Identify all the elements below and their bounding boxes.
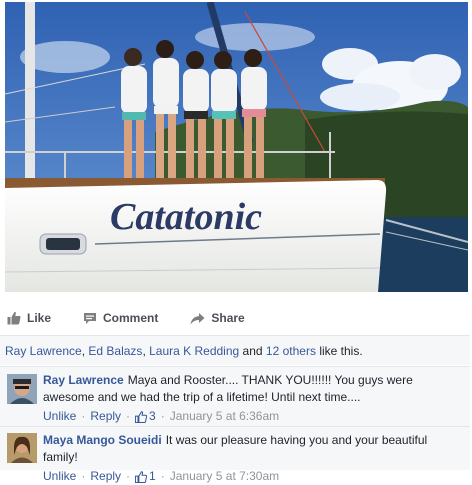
likes-summary: Ray Lawrence, Ed Balazs, Laura K Redding… xyxy=(0,335,470,365)
comment-item: Maya Mango Soueidi It was our pleasure ha… xyxy=(0,426,470,483)
like-count-value: 3 xyxy=(149,409,156,423)
dot-separator: · xyxy=(81,469,86,483)
liker-link-2[interactable]: Ed Balazs xyxy=(88,344,142,358)
comment-author-link[interactable]: Maya Mango Soueidi xyxy=(43,433,162,447)
comments-section: Ray Lawrence Maya and Rooster.... THANK Y… xyxy=(0,366,470,483)
thumbs-up-icon xyxy=(135,410,148,423)
avatar[interactable] xyxy=(7,433,37,463)
like-button[interactable]: Like xyxy=(7,311,51,325)
comment-meta: Unlike · Reply · 1 · January 5 at 7:30am xyxy=(43,468,464,485)
thumbs-up-icon xyxy=(7,311,21,325)
share-button[interactable]: Share xyxy=(190,311,245,325)
dot-separator: · xyxy=(81,409,86,423)
reply-link[interactable]: Reply xyxy=(90,408,121,425)
comment-item: Ray Lawrence Maya and Rooster.... THANK Y… xyxy=(0,366,470,427)
post-photo[interactable]: Catatonic xyxy=(5,2,468,292)
comment-timestamp[interactable]: January 5 at 7:30am xyxy=(170,468,279,485)
avatar[interactable] xyxy=(7,374,37,404)
reply-link[interactable]: Reply xyxy=(90,468,121,485)
comment-like-count[interactable]: 1 xyxy=(135,468,156,485)
dot-separator: · xyxy=(160,469,165,483)
comment-label: Comment xyxy=(103,311,159,325)
profile-photo-ray xyxy=(7,374,37,404)
thumbs-up-icon xyxy=(135,470,148,483)
like-count-value: 1 xyxy=(149,469,156,483)
share-arrow-icon xyxy=(190,312,205,324)
separator: , xyxy=(142,344,146,358)
comment-body: Ray Lawrence Maya and Rooster.... THANK Y… xyxy=(43,372,464,425)
comment-like-count[interactable]: 3 xyxy=(135,408,156,425)
share-label: Share xyxy=(211,311,245,325)
liker-link-3[interactable]: Laura K Redding xyxy=(149,344,239,358)
boat-name-text: Catatonic xyxy=(110,196,262,238)
comment-button[interactable]: Comment xyxy=(83,311,158,325)
comment-author-link[interactable]: Ray Lawrence xyxy=(43,373,124,387)
unlike-link[interactable]: Unlike xyxy=(43,408,76,425)
facebook-post: Catatonic Like Comment Share Ray Lawrenc… xyxy=(0,0,472,483)
comment-meta: Unlike · Reply · 3 · January 5 at 6:36am xyxy=(43,408,464,425)
profile-photo-maya xyxy=(7,433,37,463)
comment-timestamp[interactable]: January 5 at 6:36am xyxy=(170,408,279,425)
speech-bubble-icon xyxy=(84,312,97,324)
boat-photo-illustration: Catatonic xyxy=(5,2,468,292)
liker-link-1[interactable]: Ray Lawrence xyxy=(5,344,82,358)
like-label: Like xyxy=(27,311,52,325)
unlike-link[interactable]: Unlike xyxy=(43,468,76,485)
post-action-bar: Like Comment Share xyxy=(5,303,468,333)
dot-separator: · xyxy=(160,409,165,423)
and-text: and xyxy=(242,344,263,358)
dot-separator: · xyxy=(126,409,131,423)
comment-body: Maya Mango Soueidi It was our pleasure ha… xyxy=(43,432,464,485)
likes-suffix: like this. xyxy=(319,344,363,358)
others-link[interactable]: 12 others xyxy=(266,344,316,358)
separator: , xyxy=(81,344,86,358)
dot-separator: · xyxy=(126,469,131,483)
